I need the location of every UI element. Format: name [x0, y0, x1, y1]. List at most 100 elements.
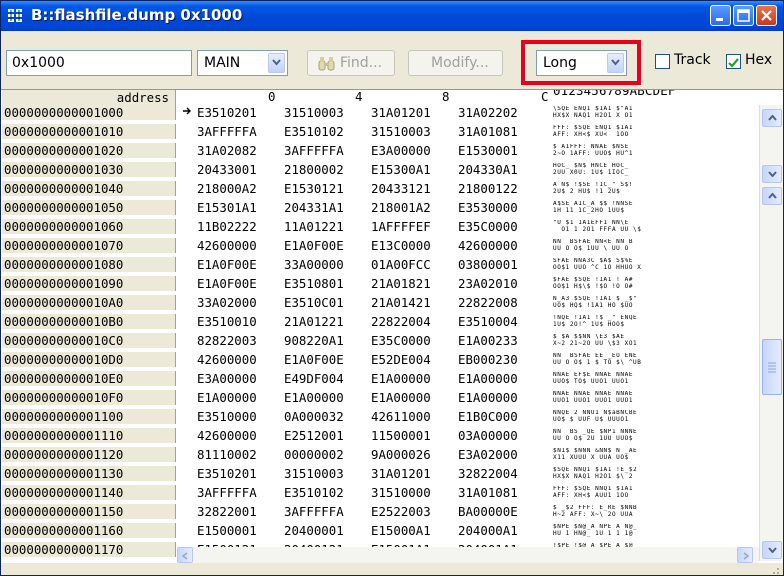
- scroll-right-button[interactable]: [737, 547, 753, 563]
- dump-row[interactable]: 0000000000001150 32822001 3AFFFFFA E2522003…: [1, 504, 761, 519]
- hex-word[interactable]: 42600000: [197, 352, 257, 367]
- maximize-button[interactable]: [733, 5, 754, 26]
- track-checkbox[interactable]: [655, 54, 670, 69]
- hex-word[interactable]: 3AFFFFFA: [284, 504, 344, 519]
- hex-word[interactable]: E3510102: [284, 485, 344, 500]
- hex-word[interactable]: E2522003: [371, 504, 431, 519]
- hex-word[interactable]: 32822004: [458, 466, 518, 481]
- scroll-down-button[interactable]: [762, 541, 782, 559]
- hex-word[interactable]: 31A01081: [458, 485, 518, 500]
- hex-word[interactable]: 32822001: [197, 504, 257, 519]
- horizontal-scrollbar[interactable]: [177, 547, 759, 563]
- hex-word[interactable]: E1B0C000: [458, 409, 518, 424]
- memory-space-select[interactable]: MAIN: [197, 50, 288, 76]
- hex-word[interactable]: 31A02082: [197, 143, 257, 158]
- hex-word[interactable]: E35C0000: [371, 333, 431, 348]
- hex-word[interactable]: 81110002: [197, 447, 257, 462]
- hex-word[interactable]: E15300A1: [371, 162, 431, 177]
- hex-word[interactable]: E1A00000: [197, 390, 257, 405]
- hex-word[interactable]: E3510102: [284, 124, 344, 139]
- hex-word[interactable]: 3AFFFFFA: [284, 143, 344, 158]
- dump-row[interactable]: 0000000000001110 42600000 E2512001 11500001…: [1, 428, 761, 443]
- hex-word[interactable]: E15000A1: [371, 523, 431, 538]
- title-bar[interactable]: B::flashfile.dump 0x1000: [1, 1, 783, 31]
- hex-word[interactable]: 21800122: [458, 181, 518, 196]
- hex-word[interactable]: E1A00000: [458, 371, 518, 386]
- hex-word[interactable]: E1A00233: [458, 333, 518, 348]
- scroll-thumb[interactable]: [762, 339, 782, 395]
- hex-word[interactable]: 22822004: [371, 314, 431, 329]
- dump-row[interactable]: 0000000000001080 E1A0F00E 33A00000 01A00FCC…: [1, 257, 761, 272]
- hex-word[interactable]: 204331A1: [284, 200, 344, 215]
- hex-word[interactable]: E3A00000: [371, 143, 431, 158]
- scroll-left-button[interactable]: [177, 547, 193, 563]
- dump-row[interactable]: 0000000000001100 E3510000 0A000032 42611000…: [1, 409, 761, 424]
- hex-word[interactable]: E3510201: [197, 466, 257, 481]
- hex-word[interactable]: E3A00000: [197, 371, 257, 386]
- hex-word[interactable]: 31A02202: [458, 105, 518, 120]
- hex-word[interactable]: 3AFFFFFA: [197, 124, 257, 139]
- hex-word[interactable]: 23A02010: [458, 276, 518, 291]
- hex-word[interactable]: E3510801: [284, 276, 344, 291]
- resize-grip-icon[interactable]: [768, 563, 780, 575]
- hex-word[interactable]: 20433001: [197, 162, 257, 177]
- hex-word[interactable]: E1A0F00E: [197, 257, 257, 272]
- hex-word[interactable]: 21A01821: [371, 276, 431, 291]
- dump-row[interactable]: 00000000000010A0 33A02000 E3510C01 21A01421…: [1, 295, 761, 310]
- hex-word[interactable]: E3510000: [197, 409, 257, 424]
- hex-word[interactable]: 31A01081: [458, 124, 518, 139]
- page-up-button[interactable]: [762, 187, 782, 205]
- dump-row[interactable]: 00000000000010C0 82822003 908220A1 E35C0000…: [1, 333, 761, 348]
- hex-word[interactable]: E35C0000: [458, 219, 518, 234]
- hex-word[interactable]: 00000002: [284, 447, 344, 462]
- dump-row[interactable]: 0000000000001040 218000A2 E1530121 20433121…: [1, 181, 761, 196]
- hex-word[interactable]: E1530121: [284, 181, 344, 196]
- hex-word[interactable]: 31A01201: [371, 105, 431, 120]
- hex-word[interactable]: 31510000: [371, 485, 431, 500]
- hex-word[interactable]: 9A000026: [371, 447, 431, 462]
- hex-word[interactable]: E1A00000: [371, 390, 431, 405]
- hex-word[interactable]: 33A00000: [284, 257, 344, 272]
- address-input[interactable]: [6, 50, 192, 76]
- hex-word[interactable]: E1A0F00E: [284, 238, 344, 253]
- dump-row[interactable]: 0000000000001020 31A02082 3AFFFFFA E3A00000…: [1, 143, 761, 158]
- hex-checkbox[interactable]: [726, 54, 741, 69]
- dump-row[interactable]: 0000000000001160 E1500001 20400001 E15000A1…: [1, 523, 761, 538]
- hex-word[interactable]: E3510004: [458, 314, 518, 329]
- dump-row[interactable]: 0000000000001050 E15301A1 204331A1 218001A2…: [1, 200, 761, 215]
- modify-button[interactable]: Modify...: [408, 50, 503, 76]
- find-button[interactable]: Find...: [307, 50, 395, 76]
- hex-word[interactable]: EB000230: [458, 352, 518, 367]
- hex-word[interactable]: 20433121: [371, 181, 431, 196]
- close-button[interactable]: [756, 5, 777, 26]
- dump-row[interactable]: 0000000000001090 E1A0F00E E3510801 21A01821…: [1, 276, 761, 291]
- hex-word[interactable]: 204330A1: [458, 162, 518, 177]
- dump-row[interactable]: 00000000000010F0 E1A00000 E1A00000 E1A00000…: [1, 390, 761, 405]
- hex-word[interactable]: E1A0F00E: [284, 352, 344, 367]
- hex-word[interactable]: 11500001: [371, 428, 431, 443]
- hex-word[interactable]: 1AFFFFEF: [371, 219, 431, 234]
- hex-word[interactable]: 31510003: [371, 124, 431, 139]
- hex-word[interactable]: 218000A2: [197, 181, 257, 196]
- memory-dump-grid[interactable]: address 0 4 8 C 0123456789ABCDEF 0000000…: [1, 89, 783, 575]
- hex-word[interactable]: E13C0000: [371, 238, 431, 253]
- hex-word[interactable]: E1A00000: [458, 390, 518, 405]
- hex-word[interactable]: 204000A1: [458, 523, 518, 538]
- hex-word[interactable]: 21A01221: [284, 314, 344, 329]
- hex-word[interactable]: E1530001: [458, 143, 518, 158]
- hex-word[interactable]: E1500001: [197, 523, 257, 538]
- hex-word[interactable]: E3A02000: [458, 447, 518, 462]
- hex-word[interactable]: 03A00000: [458, 428, 518, 443]
- hex-word[interactable]: 22822008: [458, 295, 518, 310]
- minimize-button[interactable]: [710, 5, 731, 26]
- hex-word[interactable]: E3510C01: [284, 295, 344, 310]
- hex-word[interactable]: 42600000: [197, 428, 257, 443]
- hex-word[interactable]: E1A00000: [284, 390, 344, 405]
- dump-row[interactable]: 00000000000010E0 E3A00000 E49DF004 E1A00000…: [1, 371, 761, 386]
- dump-row[interactable]: 0000000000001140 3AFFFFFA E3510102 31510000…: [1, 485, 761, 500]
- dump-row[interactable]: 0000000000001060 11B02222 11A01221 1AFFFFEF…: [1, 219, 761, 234]
- hex-word[interactable]: 31510003: [284, 105, 344, 120]
- hex-word[interactable]: 31510003: [284, 466, 344, 481]
- hex-word[interactable]: 908220A1: [284, 333, 344, 348]
- hex-word[interactable]: 42600000: [458, 238, 518, 253]
